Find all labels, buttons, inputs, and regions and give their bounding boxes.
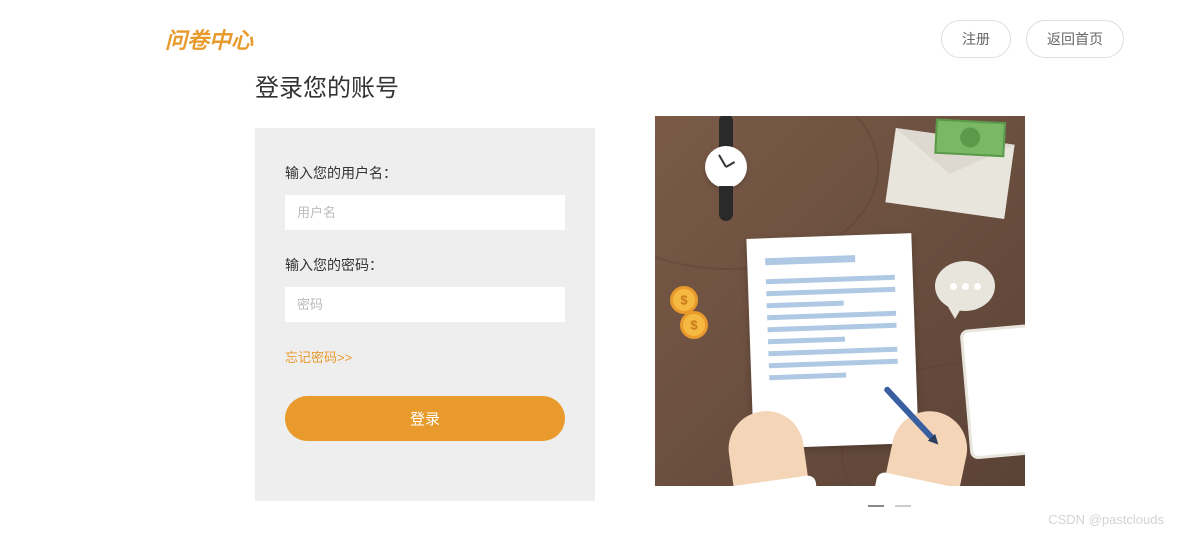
- password-field[interactable]: [285, 287, 565, 322]
- username-group: 输入您的用户名：: [285, 163, 565, 230]
- username-field[interactable]: [285, 195, 565, 230]
- username-label: 输入您的用户名：: [285, 163, 565, 183]
- coin-icon: [670, 286, 698, 314]
- back-home-button[interactable]: 返回首页: [1026, 20, 1124, 58]
- login-button[interactable]: 登录: [285, 396, 565, 441]
- password-group: 输入您的密码：: [285, 255, 565, 322]
- site-logo: 问卷中心: [165, 23, 253, 55]
- page-title: 登录您的账号: [255, 68, 595, 103]
- header: 问卷中心 注册 返回首页: [0, 0, 1184, 68]
- coin-icon: [680, 311, 708, 339]
- hero-illustration: [655, 116, 1025, 486]
- register-button[interactable]: 注册: [941, 20, 1011, 58]
- login-column: 登录您的账号 输入您的用户名： 输入您的密码： 忘记密码>> 登录: [255, 68, 595, 512]
- left-hand-icon: [724, 406, 811, 486]
- password-label: 输入您的密码：: [285, 255, 565, 275]
- illustration-column: [655, 68, 1124, 512]
- speech-bubble-icon: [935, 261, 995, 311]
- watch-icon: [705, 146, 747, 188]
- forgot-password-link[interactable]: 忘记密码>>: [285, 347, 352, 366]
- money-icon: [934, 119, 1006, 158]
- carousel-dot[interactable]: [868, 505, 884, 507]
- carousel-dot[interactable]: [895, 505, 911, 507]
- header-actions: 注册 返回首页: [941, 20, 1124, 58]
- watermark-text: CSDN @pastclouds: [1048, 512, 1164, 527]
- carousel-indicators: [655, 494, 1124, 512]
- login-form: 输入您的用户名： 输入您的密码： 忘记密码>> 登录: [255, 128, 595, 501]
- main-content: 登录您的账号 输入您的用户名： 输入您的密码： 忘记密码>> 登录: [0, 68, 1184, 512]
